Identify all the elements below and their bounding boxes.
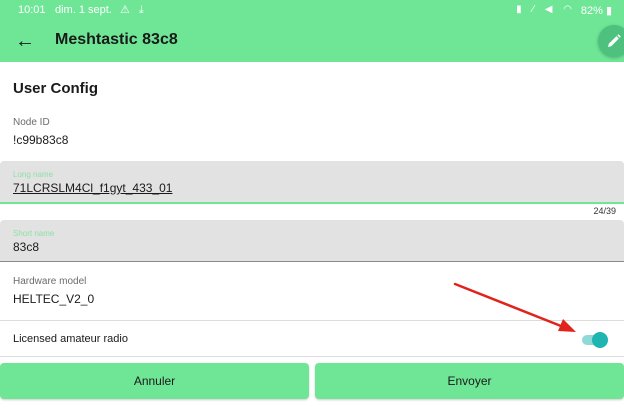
edit-button[interactable] xyxy=(598,25,624,57)
licensed-radio-label: Licensed amateur radio xyxy=(13,333,128,345)
pencil-icon xyxy=(608,34,621,47)
divider xyxy=(0,356,624,357)
hardware-model-label: Hardware model xyxy=(13,276,87,287)
page-title: Meshtastic 83c8 xyxy=(55,31,178,48)
status-time: 10:01 xyxy=(18,4,46,16)
status-bar: 10:01 dim. 1 sept. ⚠ ⤓ ▮ ⁄ ◀ ◠ 82% ▮ xyxy=(0,0,624,20)
status-date: dim. 1 sept. xyxy=(55,4,112,16)
switch-thumb xyxy=(592,332,608,348)
node-id-label: Node ID xyxy=(13,117,50,128)
arrow-back-icon[interactable]: ← xyxy=(12,28,38,54)
long-name-counter: 24/39 xyxy=(593,206,616,216)
licensed-radio-switch[interactable] xyxy=(580,332,608,348)
battery-level: 82% xyxy=(580,5,603,17)
long-name-value[interactable]: 71LCRSLM4Cl_f1gyt_433_01 xyxy=(13,181,172,195)
short-name-value[interactable]: 83c8 xyxy=(13,240,39,254)
annotation-arrow-icon xyxy=(453,282,576,332)
long-name-field[interactable]: Long name 71LCRSLM4Cl_f1gyt_433_01 xyxy=(0,161,624,204)
node-id-value: !c99b83c8 xyxy=(13,133,69,147)
short-name-field[interactable]: Short name 83c8 xyxy=(0,220,624,262)
section-title: User Config xyxy=(13,80,99,97)
short-name-label: Short name xyxy=(13,229,55,238)
battery-indicator: 82% ▮ xyxy=(580,5,612,17)
cancel-button[interactable]: Annuler xyxy=(0,363,309,399)
app-bar: ← Meshtastic 83c8 xyxy=(0,20,624,62)
status-system-icons: ▮ ⁄ ◀ ◠ xyxy=(516,4,576,15)
hardware-model-value: HELTEC_V2_0 xyxy=(13,292,95,306)
send-button[interactable]: Envoyer xyxy=(315,363,624,399)
long-name-label: Long name xyxy=(13,170,54,179)
status-notification-icons: ⚠ ⤓ xyxy=(120,4,147,16)
